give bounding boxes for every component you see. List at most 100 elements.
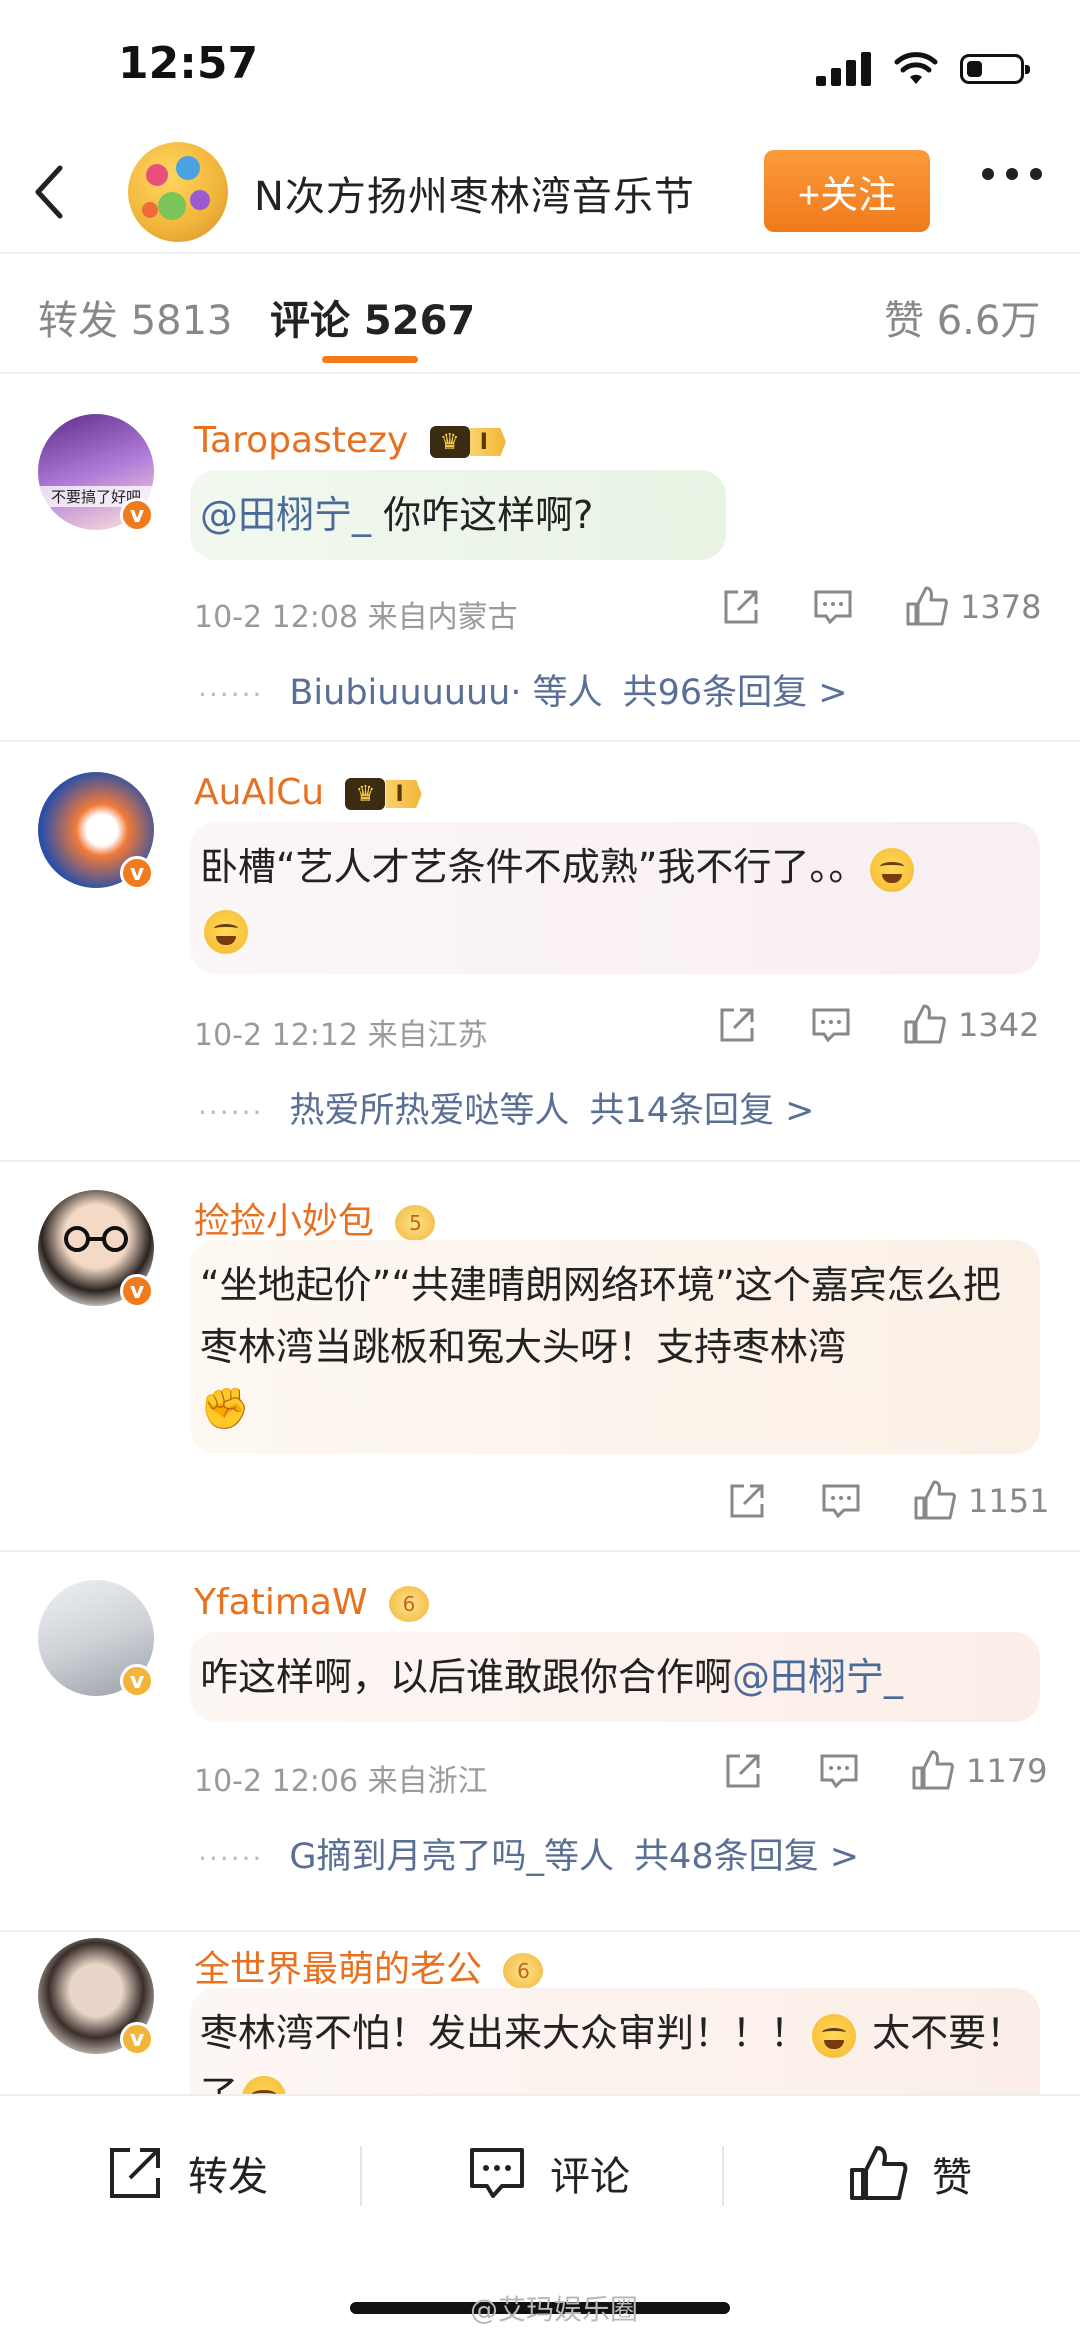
share-icon	[726, 1754, 760, 1788]
share-button[interactable]	[726, 1480, 768, 1522]
username-text[interactable]: YfatimaW	[194, 1582, 368, 1623]
tab-indicator	[322, 356, 418, 363]
replies-summary[interactable]: ······ Biubiuuuuuu· 等人 共96条回复 >	[198, 664, 848, 715]
bottom-comment-button[interactable]: 评论	[466, 2142, 630, 2204]
bottom-like-button[interactable]: 赞	[846, 2142, 972, 2206]
reply-button[interactable]	[818, 1750, 860, 1792]
vip-badge-icon: 5	[395, 1205, 436, 1241]
thumbs-up-icon	[914, 1480, 956, 1520]
reply-button[interactable]	[810, 1004, 852, 1046]
verified-badge-icon: v	[120, 1664, 154, 1698]
vip-badge-icon: ♛ I	[345, 778, 422, 810]
bottom-repost-button[interactable]: 转发	[104, 2142, 268, 2204]
share-button[interactable]	[720, 586, 762, 628]
vip-level: 6	[389, 1586, 430, 1622]
comment-text: “坐地起价”“共建晴朗网络环境”这个嘉宾怎么把枣林湾当跳板和冤大头呀！支持枣林湾…	[200, 1263, 1001, 1432]
like-button[interactable]: 1342	[902, 1002, 1039, 1048]
comment-text: 卧槽“艺人才艺条件不成熟”我不行了。。	[200, 836, 1030, 960]
tab-repost[interactable]: 转发 5813	[38, 288, 233, 346]
comment-item: 不要搞了好吧 v Taropastezy ♛ I @田栩宁_ 你咋这样啊? 10-…	[0, 380, 1080, 740]
username[interactable]: 全世界最萌的老公 6	[194, 1940, 544, 1992]
comment-bubble: “坐地起价”“共建晴朗网络环境”这个嘉宾怎么把枣林湾当跳板和冤大头呀！支持枣林湾…	[190, 1240, 1040, 1454]
username-text[interactable]: 捡捡小妙包	[194, 1201, 374, 1242]
crying-emoji-icon	[242, 2075, 287, 2094]
verified-badge-icon: v	[120, 1274, 154, 1308]
username-text[interactable]: AuAlCu	[194, 772, 324, 813]
laughing-tears-emoji-icon	[870, 847, 915, 892]
comment-item: v AuAlCu ♛ I 卧槽“艺人才艺条件不成熟”我不行了。。 10-2 12:…	[0, 742, 1080, 1160]
share-icon	[724, 590, 758, 624]
like-count: 1342	[958, 1006, 1040, 1044]
bottom-separator	[722, 2146, 724, 2206]
like-count: 1378	[960, 588, 1042, 626]
share-button[interactable]	[716, 1004, 758, 1046]
comment-text: 枣林湾不怕！发出来大众审判！！！ 太不要！了	[200, 2002, 1030, 2094]
comment-icon	[470, 2148, 524, 2198]
share-button[interactable]	[722, 1750, 764, 1792]
page-title: N次方扬州枣林湾音乐节	[254, 174, 695, 220]
vip-level: I	[469, 428, 506, 456]
reply-button[interactable]	[812, 586, 854, 628]
comment-meta: 10-2 12:12 来自江苏	[194, 1018, 488, 1053]
verified-badge-icon: v	[120, 2022, 154, 2056]
comment-bubble: 卧槽“艺人才艺条件不成熟”我不行了。。	[190, 822, 1040, 974]
username[interactable]: Taropastezy ♛ I	[194, 420, 506, 461]
tab-comments[interactable]: 评论 5267	[270, 288, 475, 346]
more-options-icon[interactable]	[982, 168, 1042, 180]
comment-icon	[814, 590, 852, 625]
status-time: 12:57	[118, 38, 259, 89]
bottom-comment-label: 评论	[550, 2154, 630, 2200]
like-count: 1151	[968, 1482, 1050, 1520]
laughing-tears-emoji-icon	[204, 909, 248, 954]
like-button[interactable]: 1179	[910, 1748, 1047, 1794]
comment-meta: 10-2 12:08 来自内蒙古	[194, 600, 518, 635]
reply-button[interactable]	[820, 1480, 862, 1522]
username[interactable]: 捡捡小妙包 5	[194, 1192, 436, 1244]
battery-icon	[960, 54, 1030, 84]
tabs-divider	[0, 372, 1080, 374]
comment-text: 咋这样啊，以后谁敢跟你合作啊@田栩宁_	[200, 1655, 904, 1699]
replies-summary[interactable]: ······ G摘到月亮了吗_等人 共48条回复 >	[198, 1828, 859, 1879]
back-button[interactable]	[28, 160, 76, 224]
comment-bubble: 枣林湾不怕！发出来大众审判！！！ 太不要！了	[190, 1988, 1040, 2094]
hug-emoji-icon	[812, 2013, 857, 2058]
vip-badge-icon: 6	[389, 1586, 430, 1622]
watermark: @艾玛娱乐圈	[470, 2293, 639, 2326]
vip-level: I	[385, 780, 422, 808]
follow-button[interactable]: +关注	[764, 150, 930, 232]
like-button[interactable]: 1378	[904, 584, 1041, 630]
thumbs-up-icon	[850, 2146, 908, 2200]
bottom-repost-label: 转发	[188, 2154, 268, 2200]
status-icons	[816, 52, 1030, 86]
username-text[interactable]: 全世界最萌的老公	[194, 1949, 482, 1990]
comment-text: @田栩宁_ 你咋这样啊?	[200, 493, 594, 537]
comment-bubble: @田栩宁_ 你咋这样啊?	[190, 470, 726, 560]
like-count: 1179	[966, 1752, 1048, 1790]
comment-item: v 全世界最萌的老公 6 枣林湾不怕！发出来大众审判！！！ 太不要！了	[0, 1932, 1080, 2094]
username[interactable]: YfatimaW 6	[194, 1582, 430, 1623]
raised-fist-emoji-icon: ✊	[200, 1386, 250, 1432]
comment-icon	[820, 1754, 858, 1789]
tab-likes[interactable]: 赞 6.6万	[884, 288, 1040, 346]
vip-badge-icon: ♛ I	[429, 426, 506, 458]
vip-badge-icon: 6	[503, 1953, 544, 1989]
cellular-signal-icon	[816, 52, 871, 86]
comment-icon	[812, 1008, 850, 1043]
comment-icon	[822, 1484, 860, 1519]
replies-summary[interactable]: ······ 热爱所热爱哒等人 共14条回复 >	[198, 1082, 814, 1133]
header-divider	[0, 252, 1080, 254]
comment-meta: 10-2 12:06 来自浙江	[194, 1764, 488, 1799]
vip-level: 6	[503, 1953, 544, 1989]
vip-level: 5	[395, 1205, 436, 1241]
username[interactable]: AuAlCu ♛ I	[194, 772, 422, 813]
mention-link[interactable]: @田栩宁_	[732, 1655, 903, 1699]
account-avatar[interactable]	[128, 142, 228, 242]
username-text[interactable]: Taropastezy	[194, 420, 408, 461]
glasses-icon	[64, 1226, 128, 1252]
verified-badge-icon: v	[120, 856, 154, 890]
thumbs-up-icon	[912, 1750, 954, 1790]
share-icon	[720, 1008, 754, 1042]
like-button[interactable]: 1151	[912, 1478, 1049, 1524]
mention-link[interactable]: @田栩宁_	[200, 493, 371, 537]
comment-item: v 捡捡小妙包 5 “坐地起价”“共建晴朗网络环境”这个嘉宾怎么把枣林湾当跳板和…	[0, 1162, 1080, 1550]
